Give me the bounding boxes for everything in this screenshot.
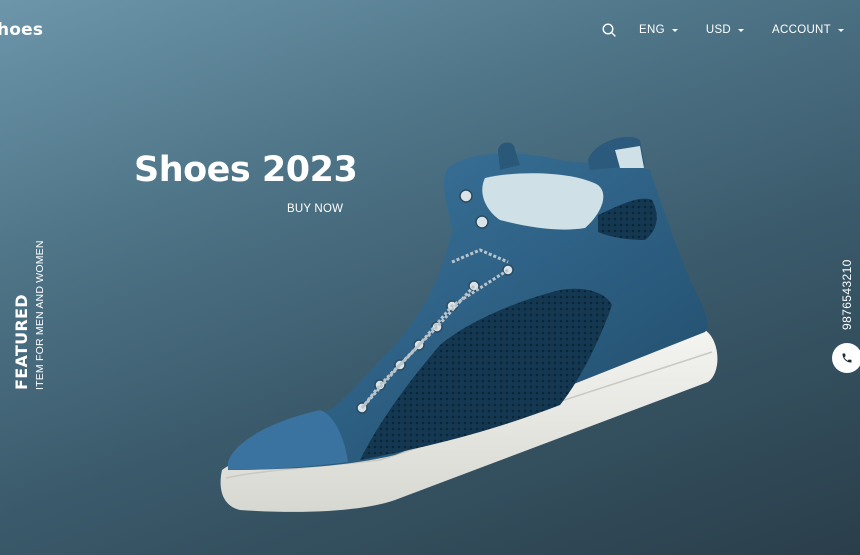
buy-now-link[interactable]: BUY NOW <box>287 203 343 215</box>
hero-title: Shoes 2023 <box>134 150 358 190</box>
featured-subtitle: ITEM FOR MEN AND WOMEN <box>34 240 46 390</box>
phone-number[interactable]: 9876543210 <box>840 259 854 330</box>
phone-icon <box>842 353 852 363</box>
phone-button[interactable] <box>832 343 860 373</box>
featured-title: FEATURED <box>12 294 31 390</box>
hero-shoe-image <box>220 136 718 512</box>
featured-label: FEATURED ITEM FOR MEN AND WOMEN <box>12 240 46 390</box>
